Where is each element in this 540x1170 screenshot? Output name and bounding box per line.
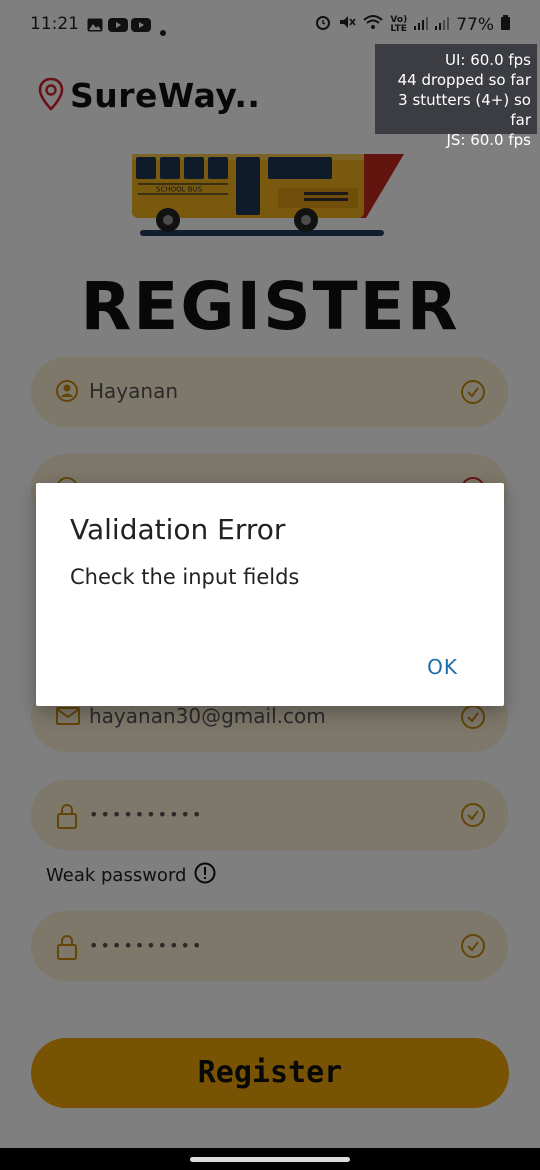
- dialog-title: Validation Error: [70, 513, 286, 546]
- home-gesture-handle[interactable]: [190, 1157, 350, 1162]
- dropped-frames-text: 44 dropped so far: [397, 71, 531, 89]
- dialog-ok-button[interactable]: OK: [427, 655, 458, 679]
- perf-overlay: UI: 60.0 fps 44 dropped so far 3 stutter…: [375, 44, 537, 149]
- ui-fps-text: UI: 60.0 fps: [444, 51, 531, 69]
- system-navigation-bar: [0, 1148, 540, 1170]
- validation-error-dialog: Validation Error Check the input fields …: [36, 483, 504, 706]
- stutters-text: 3 stutters (4+) so far: [398, 91, 531, 129]
- dialog-message: Check the input fields: [70, 565, 300, 589]
- js-fps-text: JS: 60.0 fps: [446, 131, 531, 149]
